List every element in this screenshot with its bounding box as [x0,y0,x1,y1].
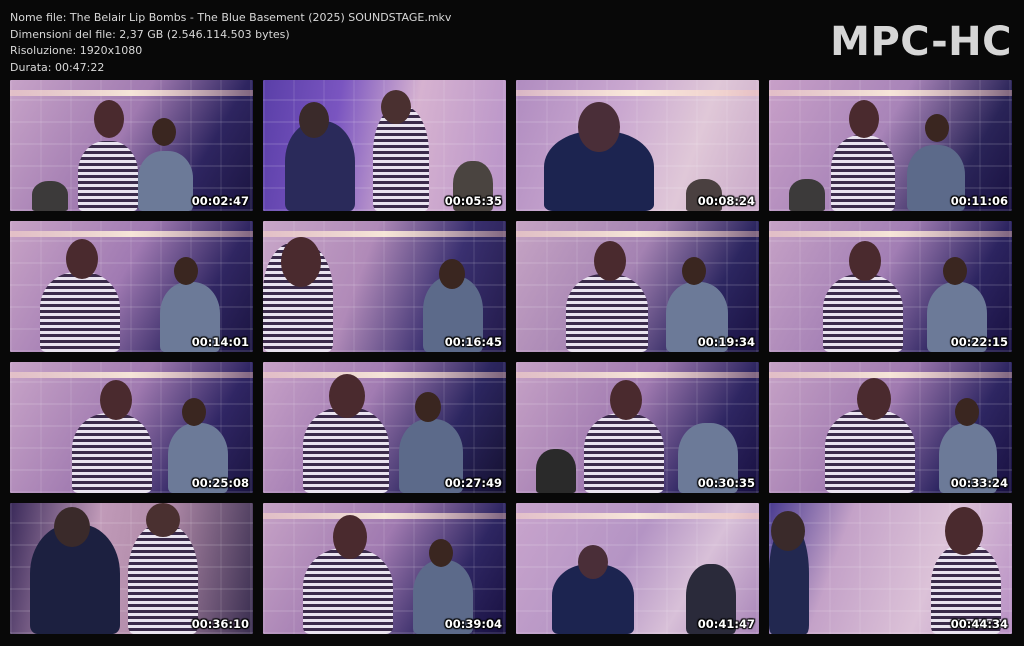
timestamp: 00:36:10 [191,617,249,631]
thumbnail-grid: 00:02:47 00:05:35 00:08:24 00:11:06 00:1… [10,80,1012,635]
timestamp: 00:16:45 [444,335,502,349]
thumbnail: 00:39:04 [263,503,506,634]
file-info: Nome file: The Belair Lip Bombs - The Bl… [10,10,451,76]
resolution: Risoluzione: 1920x1080 [10,44,143,57]
thumbnail: 00:22:15 [769,221,1012,352]
timestamp: 00:41:47 [697,617,755,631]
thumbnail: 00:30:35 [516,362,759,493]
timestamp: 00:11:06 [950,194,1008,208]
thumbnail: 00:08:24 [516,80,759,211]
timestamp: 00:27:49 [444,476,502,490]
timestamp: 00:25:08 [191,476,249,490]
thumbnail: 00:44:34 [769,503,1012,634]
duration: Durata: 00:47:22 [10,60,105,74]
thumbnail: 00:27:49 [263,362,506,493]
thumbnail: 00:33:24 [769,362,1012,493]
timestamp: 00:39:04 [444,617,502,631]
thumbnail: 00:05:35 [263,80,506,211]
thumbnail: 00:41:47 [516,503,759,634]
timestamp: 00:19:34 [697,335,755,349]
thumbnail: 00:25:08 [10,362,253,493]
app-logo: MPC-HC [830,19,1012,65]
timestamp: 00:05:35 [444,194,502,208]
file-size: Dimensioni del file: 2,37 GB (2.546.114.… [10,27,290,41]
timestamp: 00:14:01 [191,335,249,349]
thumbnail: 00:36:10 [10,503,253,634]
timestamp: 00:22:15 [950,335,1008,349]
timestamp: 00:08:24 [697,194,755,208]
timestamp: 00:30:35 [697,476,755,490]
thumbnail: 00:14:01 [10,221,253,352]
thumbnail: 00:19:34 [516,221,759,352]
file-name: Nome file: The Belair Lip Bombs - The Bl… [10,11,452,24]
thumbnail: 00:16:45 [263,221,506,352]
timestamp: 00:44:34 [950,617,1008,631]
timestamp: 00:02:47 [191,194,249,208]
thumbnail: 00:02:47 [10,80,253,211]
thumbnail: 00:11:06 [769,80,1012,211]
timestamp: 00:33:24 [950,476,1008,490]
